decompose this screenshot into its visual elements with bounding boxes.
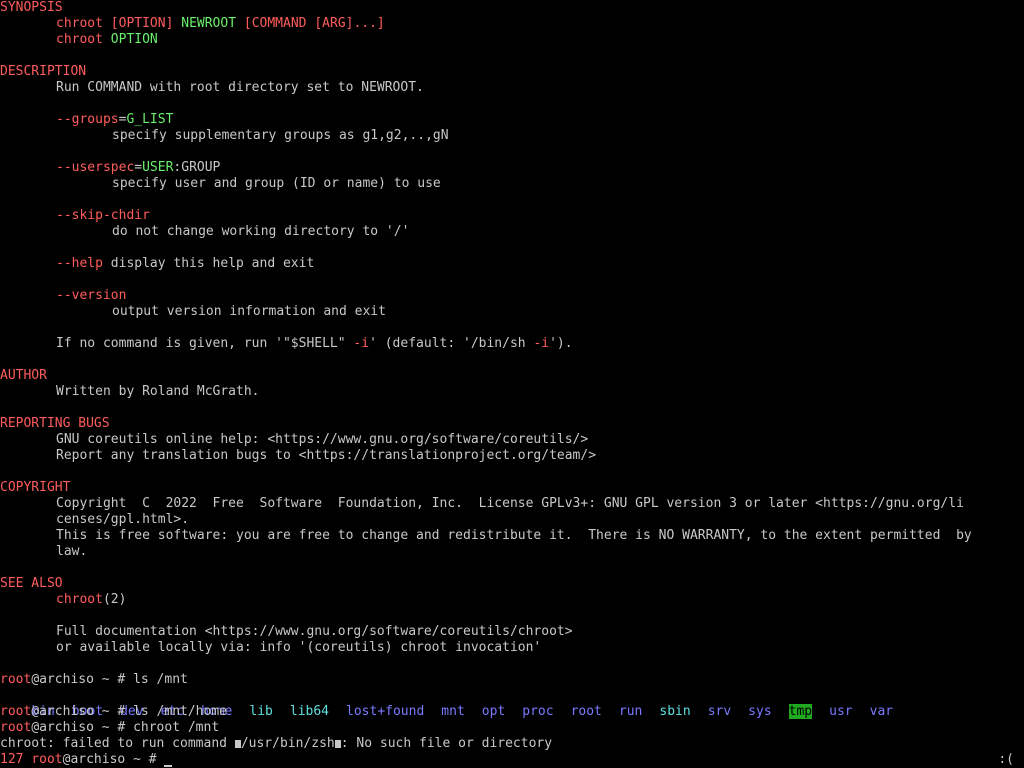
section-synopsis: SYNOPSIS	[0, 0, 63, 15]
option-userspec: --userspec=USER:GROUP	[56, 160, 221, 175]
option-groups-desc: specify supplementary groups as g1,g2,..…	[112, 128, 449, 143]
copyright-line-4: law.	[56, 544, 88, 559]
section-author: AUTHOR	[0, 368, 47, 383]
option-userspec-desc: specify user and group (ID or name) to u…	[112, 176, 441, 191]
dir-entry: run	[618, 704, 643, 719]
see-also-doc-2: or available locally via: info '(coreuti…	[56, 640, 542, 655]
dir-entry: lost+found	[346, 704, 425, 719]
active-prompt[interactable]: 127 root@archiso ~ #	[0, 752, 173, 768]
synopsis-line-1: chroot [OPTION] NEWROOT [COMMAND [ARG]..…	[56, 16, 385, 31]
option-skip-chdir-desc: do not change working directory to '/'	[112, 224, 410, 239]
option-skip-chdir: --skip-chdir	[56, 208, 150, 223]
dir-entry: mnt	[441, 704, 465, 719]
description-text: Run COMMAND with root directory set to N…	[56, 80, 424, 95]
section-description: DESCRIPTION	[0, 64, 87, 79]
error-line: chroot: failed to run command /usr/bin/z…	[0, 736, 553, 751]
dir-entry: srv	[707, 704, 732, 719]
section-reporting-bugs: REPORTING BUGS	[0, 416, 110, 431]
section-see-also: SEE ALSO	[0, 576, 63, 591]
exit-status-indicator: :(	[998, 752, 1014, 767]
default-command-note: If no command is given, run '"$SHELL" -i…	[56, 336, 573, 351]
dir-entry: sys	[748, 704, 772, 719]
cursor-icon	[164, 765, 173, 767]
see-also-ref: chroot(2)	[56, 592, 127, 607]
option-version-desc: output version information and exit	[112, 304, 386, 319]
see-also-doc-1: Full documentation <https://www.gnu.org/…	[56, 624, 573, 639]
terminal[interactable]: SYNOPSIS chroot [OPTION] NEWROOT [COMMAN…	[0, 0, 1024, 768]
prompt-line-2: root@archiso ~ # ls /mnt/home	[0, 704, 227, 719]
prompt-line-3: root@archiso ~ # chroot /mnt	[0, 720, 220, 735]
dir-entry: usr	[829, 704, 853, 719]
bugs-line-1: GNU coreutils online help: <https://www.…	[56, 432, 589, 447]
dir-entry: proc	[522, 704, 554, 719]
ls-output: bin boot dev etc home lib lib64 lost+found mnt op…	[0, 688, 910, 719]
option-groups: --groups=G_LIST	[56, 112, 174, 127]
synopsis-line-2: chroot OPTION	[56, 32, 158, 47]
bugs-line-2: Report any translation bugs to <https://…	[56, 448, 597, 463]
dir-entry: opt	[481, 704, 506, 719]
option-help: --help display this help and exit	[56, 256, 315, 271]
dir-entry: root	[570, 704, 602, 719]
dir-entry: lib64	[289, 704, 330, 719]
copyright-line-2: censes/gpl.html>.	[56, 512, 190, 527]
prompt-line-1: root@archiso ~ # ls /mnt	[0, 672, 188, 687]
option-version: --version	[56, 288, 127, 303]
section-copyright: COPYRIGHT	[0, 480, 71, 495]
dir-entry: sbin	[659, 704, 691, 719]
dir-entry-tmp: tmp	[788, 704, 813, 719]
copyright-line-1: Copyright C 2022 Free Software Foundatio…	[56, 496, 964, 511]
copyright-line-3: This is free software: you are free to c…	[56, 528, 972, 543]
dir-entry: var	[869, 704, 894, 719]
author-text: Written by Roland McGrath.	[56, 384, 260, 399]
dir-entry: lib	[249, 704, 273, 719]
